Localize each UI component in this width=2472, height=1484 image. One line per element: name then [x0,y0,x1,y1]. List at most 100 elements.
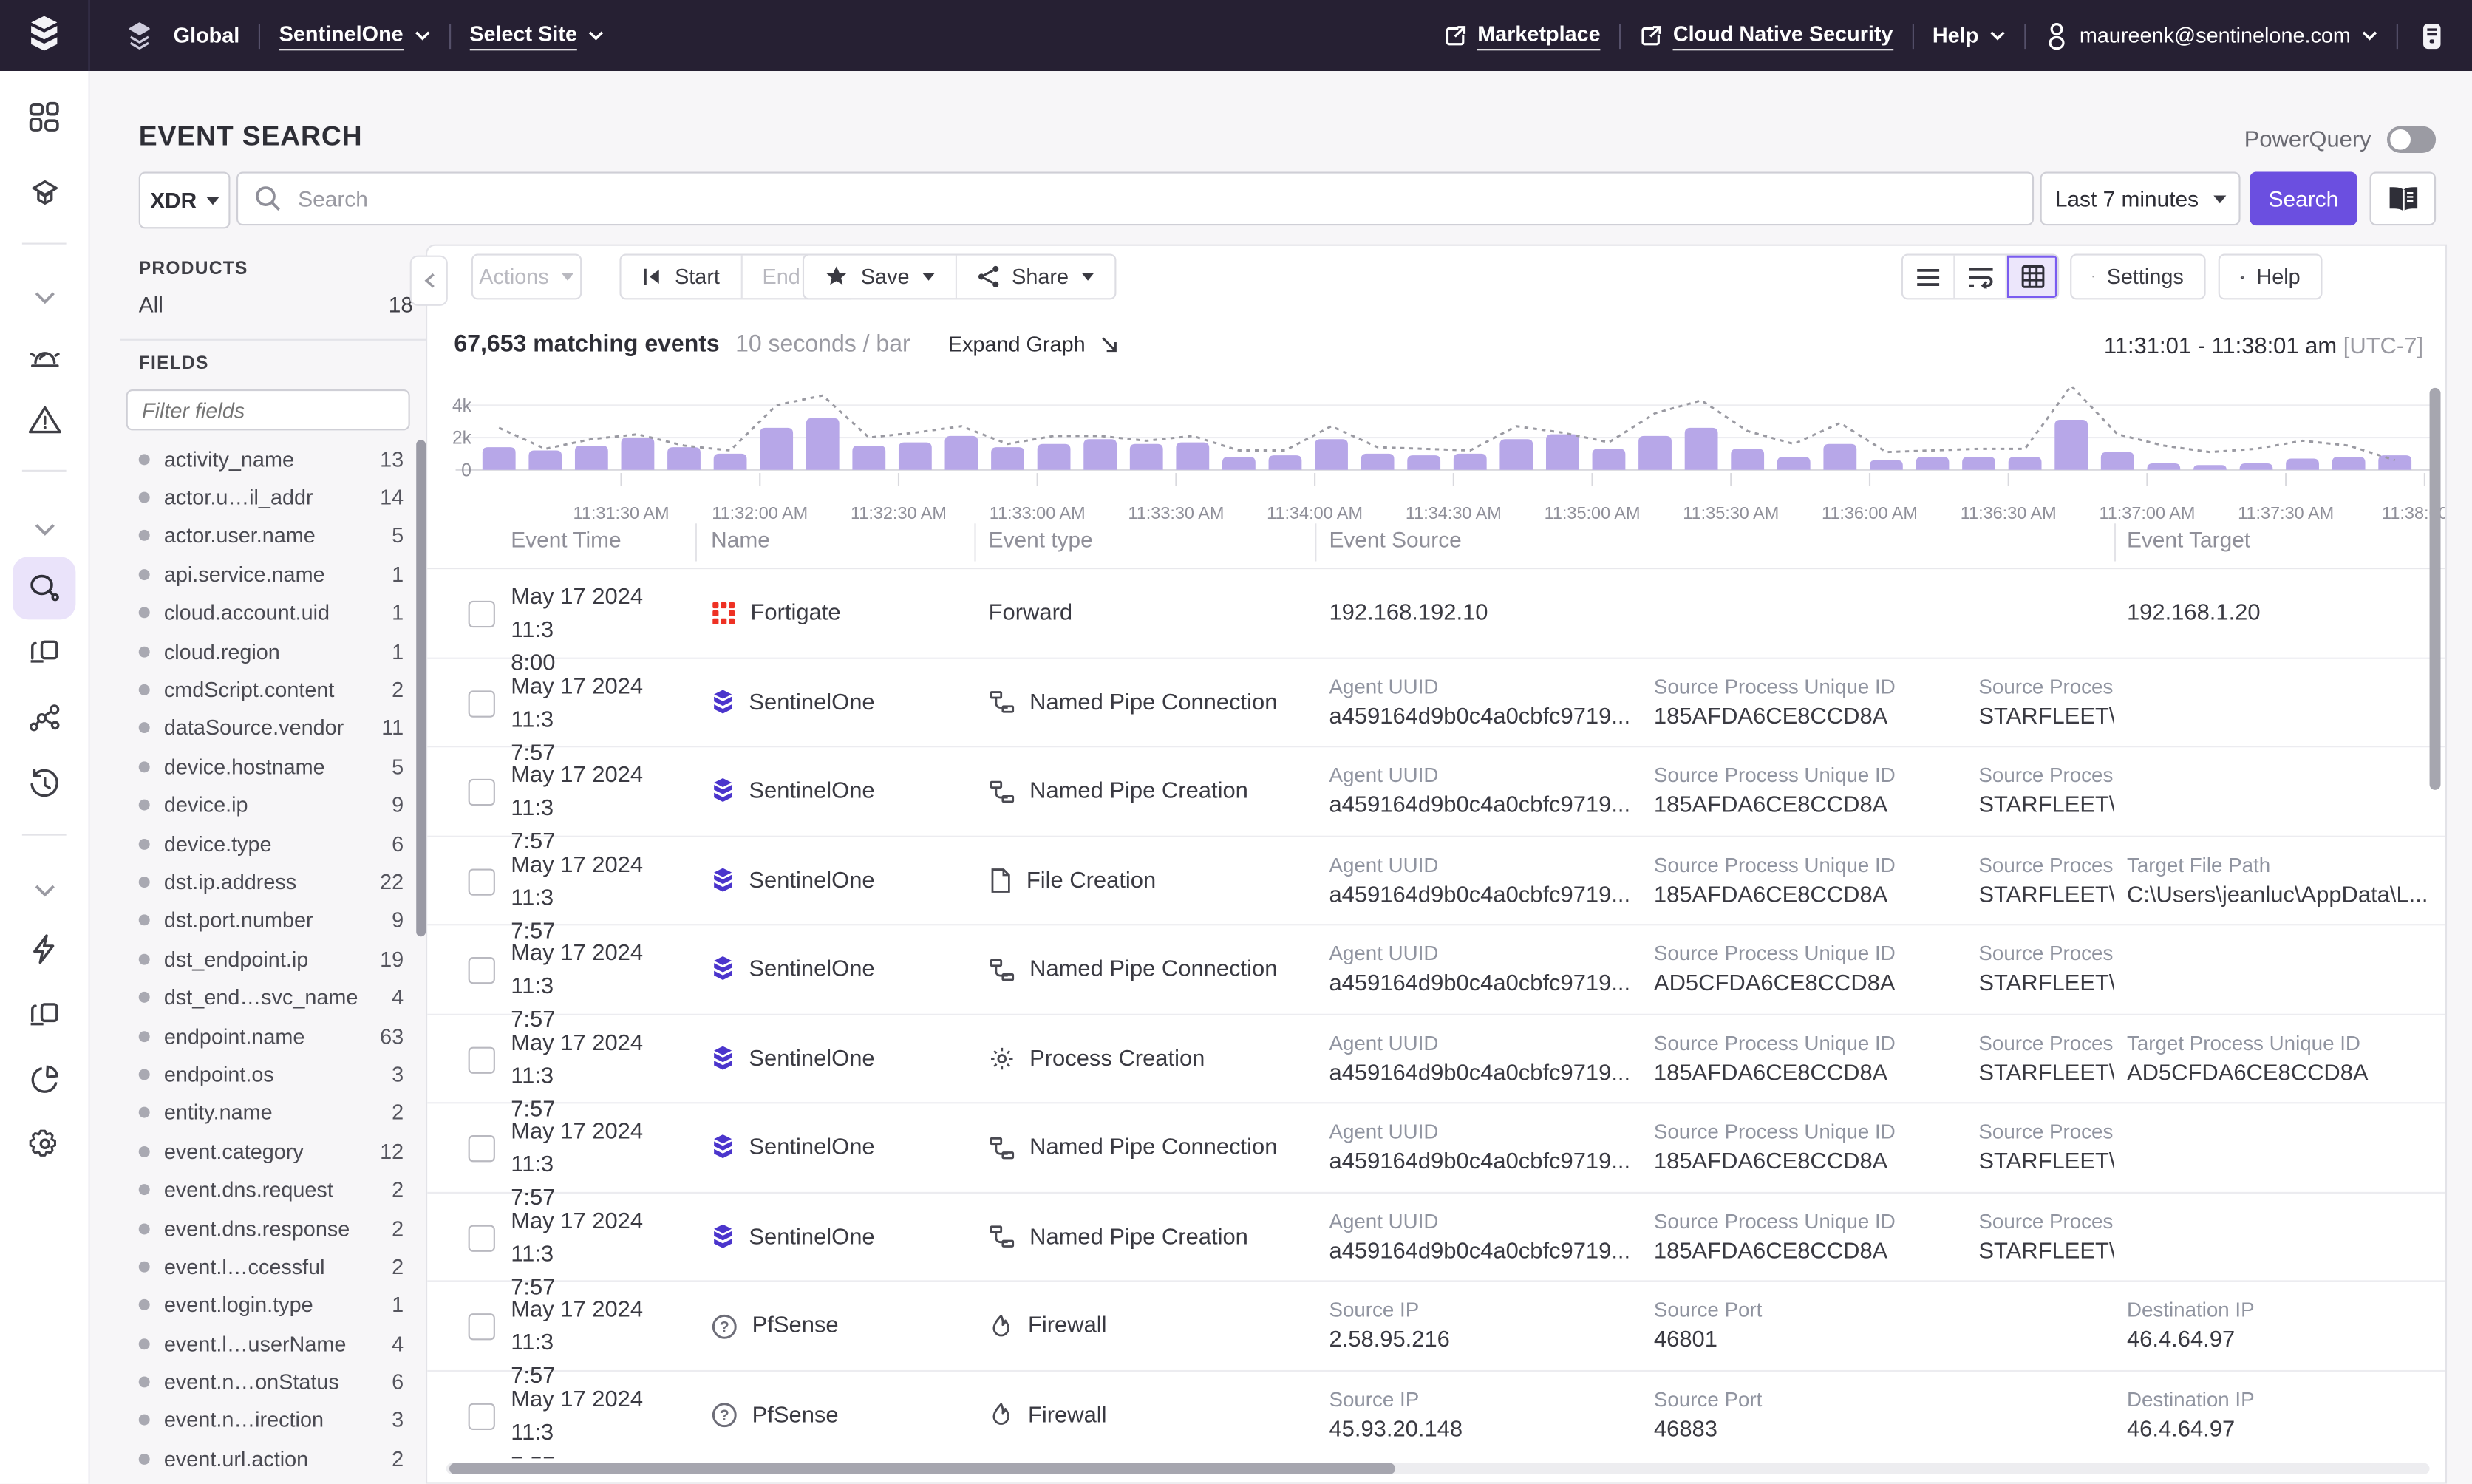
field-item[interactable]: event.n…irection3 [120,1401,413,1440]
row-checkbox[interactable] [469,601,495,627]
column-header-event-source[interactable]: Event Source [1329,527,1461,552]
histogram-bar[interactable] [1130,444,1163,470]
section-collapse-chevron[interactable] [17,864,71,918]
field-item[interactable]: event.dns.request2 [120,1171,413,1209]
histogram-bar[interactable] [2286,458,2319,469]
histogram-bar[interactable] [1361,454,1395,470]
event-row[interactable]: May 17 2024 11:37:57SentinelOneNamed Pip… [427,747,2445,837]
field-item[interactable]: actor.u…il_addr14 [120,478,413,517]
histogram-bar[interactable] [2009,457,2042,469]
field-item[interactable]: entity.name2 [120,1094,413,1132]
row-checkbox[interactable] [469,1225,495,1251]
column-divider[interactable] [2114,523,2116,561]
scope-dropdown[interactable]: XDR [139,172,231,229]
histogram-bar[interactable] [575,446,608,470]
field-item[interactable]: event.l…ccessful2 [120,1248,413,1286]
histogram-bar[interactable] [2240,463,2273,470]
histogram-bar[interactable] [1407,455,1440,470]
row-checkbox[interactable] [469,690,495,716]
histogram-bar[interactable] [1454,454,1487,470]
row-checkbox[interactable] [469,868,495,894]
search-input[interactable] [295,185,2017,213]
field-item[interactable]: event.category12 [120,1132,413,1171]
histogram-bar[interactable] [1731,449,1764,469]
histogram-bar[interactable] [1176,443,1209,470]
column-divider[interactable] [974,523,975,561]
histogram-bar[interactable] [2193,465,2227,470]
histogram-bar[interactable] [1038,444,1071,470]
field-item[interactable]: event.url.action2 [120,1440,413,1478]
row-checkbox[interactable] [469,957,495,984]
sidebar-item-history[interactable] [17,757,71,811]
field-item[interactable]: endpoint.os3 [120,1055,413,1094]
field-item[interactable]: device.ip9 [120,786,413,825]
event-row[interactable]: May 17 2024 11:37:57SentinelOneNamed Pip… [427,925,2445,1015]
histogram-bar[interactable] [1546,435,1579,470]
vertical-scrollbar[interactable] [2430,380,2441,1460]
histogram-bar[interactable] [667,447,701,470]
histogram-bar[interactable] [2332,457,2366,469]
sidebar-item-settings[interactable] [17,1116,71,1170]
row-checkbox[interactable] [469,1313,495,1340]
field-item[interactable]: actor.user.name5 [120,517,413,555]
field-item[interactable]: dataSource.vendor11 [120,709,413,747]
sidebar-item-singularity[interactable] [17,167,71,221]
field-item[interactable]: api.service.name1 [120,555,413,593]
event-row[interactable]: May 17 2024 11:37:57?PfSenseFirewallSour… [427,1282,2445,1371]
search-button[interactable]: Search [2250,172,2357,226]
fields-scrollbar[interactable] [416,440,426,936]
histogram-bar[interactable] [483,447,516,470]
field-item[interactable]: cmdScript.content2 [120,670,413,709]
event-row[interactable]: May 17 2024 11:37:57SentinelOneNamed Pip… [427,658,2445,748]
column-header-name[interactable]: Name [711,527,770,552]
histogram-bar[interactable] [1315,439,1348,470]
field-item[interactable]: event.dns.response2 [120,1209,413,1248]
row-checkbox[interactable] [469,1135,495,1162]
event-histogram-chart[interactable]: 02k4k11:31:30 AM11:32:00 AM11:32:30 AM11… [427,246,2445,527]
time-range-dropdown[interactable]: Last 7 minutes [2040,172,2241,226]
horizontal-scrollbar-thumb[interactable] [449,1463,1395,1474]
histogram-bar[interactable] [1685,428,1718,470]
histogram-bar[interactable] [2054,420,2088,470]
event-row[interactable]: May 17 2024 11:37:57?PfSenseFirewallSour… [427,1371,2445,1458]
histogram-bar[interactable] [945,436,978,470]
sidebar-item-assets[interactable] [17,624,71,678]
field-item[interactable]: cloud.account.uid1 [120,593,413,632]
event-row[interactable]: May 17 2024 11:37:57SentinelOneProcess C… [427,1015,2445,1104]
column-divider[interactable] [1315,523,1316,561]
histogram-bar[interactable] [1222,457,1256,469]
sentinelone-logo-icon[interactable] [0,0,90,71]
section-collapse-chevron[interactable] [17,271,71,325]
help-menu[interactable]: Help [1933,24,2006,47]
histogram-bar[interactable] [714,454,747,470]
powerquery-toggle[interactable] [2387,126,2436,153]
histogram-bar[interactable] [991,447,1024,470]
field-item[interactable]: device.type6 [120,825,413,863]
column-divider[interactable] [695,523,697,561]
field-item[interactable]: dst_endpoint.ip19 [120,940,413,978]
histogram-bar[interactable] [2147,463,2180,470]
field-item[interactable]: dst.port.number9 [120,902,413,940]
histogram-bar[interactable] [1638,436,1672,470]
field-item[interactable]: event.n…onStatus6 [120,1363,413,1401]
section-collapse-chevron[interactable] [17,503,71,557]
sidebar-item-reports[interactable] [17,1052,71,1106]
sidebar-item-network-graph[interactable] [17,690,71,744]
query-library-button[interactable] [2370,172,2437,226]
sidebar-item-alerts[interactable] [17,330,71,384]
column-header-event-type[interactable]: Event type [989,527,1093,552]
histogram-bar[interactable] [622,438,655,470]
console-drawer-icon[interactable] [2417,20,2448,52]
histogram-bar[interactable] [2101,452,2134,470]
sidebar-item-endpoints[interactable] [17,987,71,1041]
event-row[interactable]: May 17 2024 11:37:57SentinelOneNamed Pip… [427,1193,2445,1282]
histogram-bar[interactable] [1916,457,1950,469]
column-header-event-time[interactable]: Event Time [511,527,621,552]
field-item[interactable]: event.l…userName4 [120,1324,413,1363]
field-item[interactable]: dst_end…svc_name4 [120,978,413,1017]
event-row[interactable]: May 17 2024 11:38:00FortigateForward192.… [427,569,2445,658]
org-selector[interactable]: SentinelOne [279,21,430,50]
histogram-bar[interactable] [1823,444,1856,470]
vertical-scrollbar-thumb[interactable] [2430,388,2441,790]
histogram-bar[interactable] [806,418,840,470]
